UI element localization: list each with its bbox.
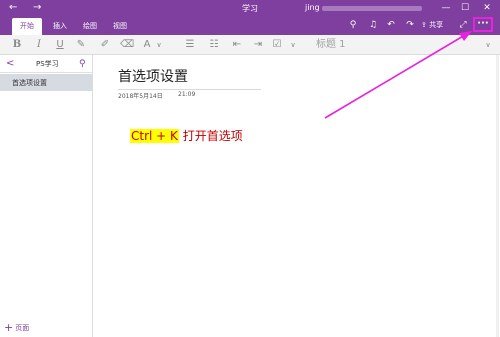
format-toolbar: B I U ✎ ✐ ⌫ A ∨ ☰ ☷ ⇤ ⇥ ☑ ∨ 标题 1 ∨ (0, 35, 500, 55)
vertical-scrollbar[interactable] (496, 55, 499, 337)
underline-button[interactable]: U (53, 37, 67, 53)
note-canvas[interactable]: 首选项设置 2018年5月14日 21:09 Ctrl + K 打开首选项 (93, 55, 500, 337)
chevron-down-icon[interactable]: ∨ (483, 37, 493, 53)
section-title: PS学习 (36, 60, 59, 68)
page-time: 21:09 (178, 91, 196, 98)
clear-format-icon[interactable]: ✐ (98, 37, 112, 53)
chevron-down-icon[interactable]: ∨ (288, 37, 298, 53)
title-underline (118, 89, 261, 90)
note-text[interactable]: Ctrl + K 打开首选项 (130, 127, 243, 145)
search-icon[interactable]: ⚲ (79, 57, 86, 71)
ribbon-tabs: 开始 插入 绘图 视图 ⚲ ♫ ↶ ↷ ⇪ 共享 ⤢ (0, 16, 500, 35)
bullet-list-icon[interactable]: ☰ (183, 37, 197, 53)
note-highlighted-shortcut: Ctrl + K (130, 129, 179, 143)
add-page-label: 页面 (15, 324, 30, 332)
expand-icon[interactable]: ⤢ (456, 19, 470, 32)
tab-view[interactable]: 视图 (108, 18, 132, 35)
close-button[interactable]: ✕ (477, 1, 497, 15)
back-chevron-icon[interactable]: < (6, 57, 14, 71)
page-list-item[interactable]: 首选项设置 (0, 74, 92, 91)
redo-icon[interactable]: ↷ (403, 19, 417, 32)
user-name[interactable]: jing (305, 3, 320, 12)
page-title[interactable]: 首选项设置 (118, 68, 188, 86)
bold-button[interactable]: B (10, 37, 24, 53)
title-bar: ← → 学习 jing — ☐ ✕ (0, 0, 500, 16)
undo-icon[interactable]: ↶ (384, 19, 398, 32)
minimize-button[interactable]: — (436, 1, 456, 15)
note-description: 打开首选项 (178, 129, 243, 143)
tab-draw[interactable]: 绘图 (78, 18, 102, 35)
share-button[interactable]: ⇪ 共享 (421, 19, 443, 32)
chevron-down-icon[interactable]: ∨ (154, 37, 164, 53)
indent-icon[interactable]: ⇥ (251, 37, 265, 53)
italic-button[interactable]: I (32, 37, 46, 53)
tab-home[interactable]: 开始 (12, 18, 42, 35)
page-date: 2018年5月14日 (118, 93, 163, 100)
more-options-button[interactable]: ··· (473, 17, 493, 32)
add-page-button[interactable]: + 页面 (4, 322, 29, 334)
pages-sidebar: < PS学习 ⚲ 首选项设置 + 页面 (0, 55, 93, 337)
outdent-icon[interactable]: ⇤ (230, 37, 244, 53)
share-icon: ⇪ (421, 21, 427, 29)
format-painter-icon[interactable]: ⌫ (120, 37, 134, 53)
page-list-item-label: 首选项设置 (12, 79, 47, 87)
bell-icon[interactable]: ♫ (366, 19, 380, 32)
font-format-icon[interactable]: A (140, 37, 154, 53)
tab-insert[interactable]: 插入 (48, 18, 72, 35)
plus-icon: + (4, 321, 14, 334)
window-title: 学习 (242, 4, 258, 13)
lightbulb-icon[interactable]: ⚲ (346, 19, 360, 32)
checkbox-icon[interactable]: ☑ (270, 37, 284, 53)
maximize-button[interactable]: ☐ (455, 1, 475, 15)
share-label: 共享 (429, 21, 444, 29)
section-header: < PS学习 ⚲ (0, 55, 92, 73)
user-email-blurred (322, 6, 422, 11)
style-selector[interactable]: 标题 1 (316, 36, 396, 54)
numbered-list-icon[interactable]: ☷ (207, 37, 221, 53)
highlight-pen-icon[interactable]: ✎ (74, 37, 88, 53)
